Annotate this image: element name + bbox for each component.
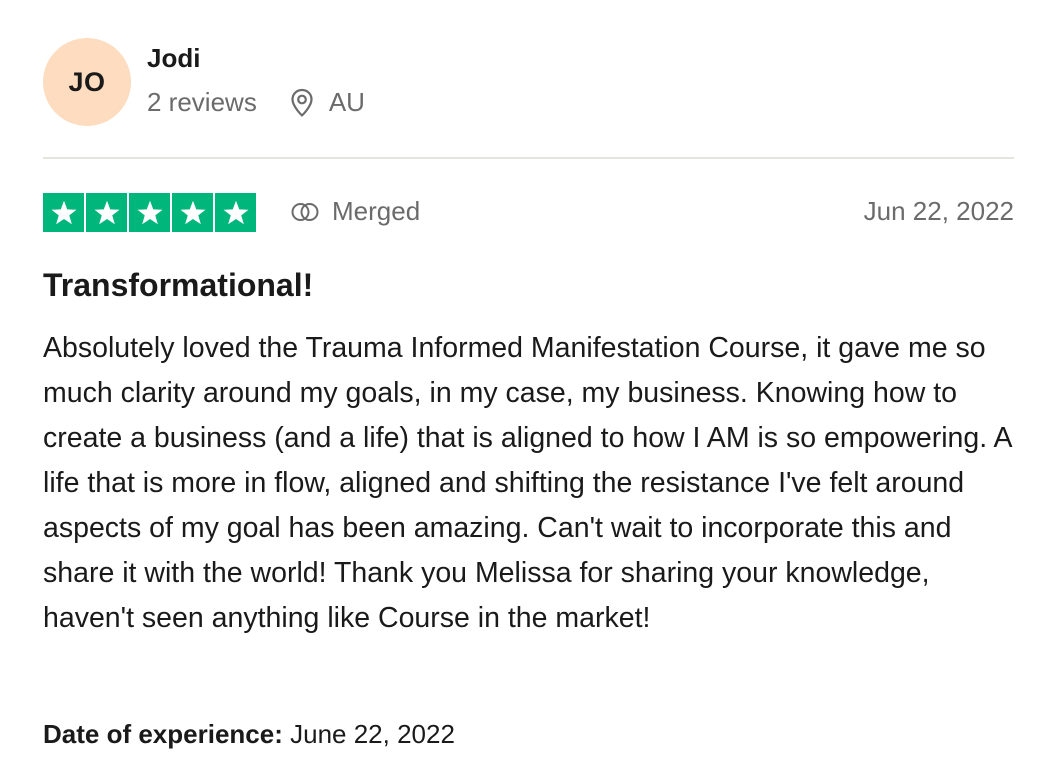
review-title[interactable]: Transformational! — [43, 267, 313, 304]
reviews-count: 2 reviews — [147, 87, 257, 117]
star-icon — [86, 193, 127, 232]
avatar-initials: JO — [68, 66, 106, 97]
merged-badge[interactable]: Merged — [290, 196, 420, 227]
star-icon — [172, 193, 213, 232]
reviewer-location: AU — [289, 87, 365, 118]
location-text: AU — [328, 87, 365, 117]
star-icon — [129, 193, 170, 232]
merged-rings-icon — [291, 202, 319, 221]
experience-label: Date of experience: — [43, 719, 283, 749]
avatar[interactable]: JO — [43, 38, 131, 126]
merged-label: Merged — [332, 196, 421, 226]
location-pin-icon — [291, 88, 313, 117]
star-rating — [43, 193, 256, 232]
star-icon — [215, 193, 256, 232]
star-icon — [43, 193, 84, 232]
reviewer-name[interactable]: Jodi — [147, 43, 200, 74]
divider — [43, 157, 1014, 159]
reviewer-meta: 2 reviews AU — [147, 87, 365, 118]
experience-date: June 22, 2022 — [290, 719, 455, 749]
review-date: Jun 22, 2022 — [863, 196, 1014, 226]
date-of-experience: Date of experience: June 22, 2022 — [43, 719, 455, 750]
review-body: Absolutely loved the Trauma Informed Man… — [43, 332, 1011, 634]
review-card: JO Jodi 2 reviews AU Merged Jun 22, 2022… — [0, 0, 1052, 778]
